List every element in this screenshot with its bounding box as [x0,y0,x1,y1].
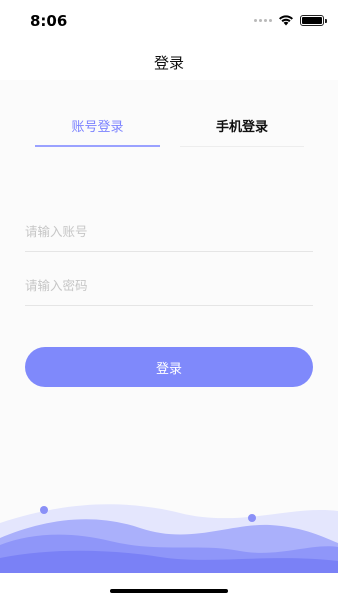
account-field [25,212,313,252]
password-field [25,266,313,306]
status-icons [254,14,327,26]
login-panel: 账号登录 手机登录 登录 [0,80,338,573]
home-indicator-area [0,573,338,600]
battery-icon [300,14,327,26]
signal-icon [254,18,272,22]
home-indicator[interactable] [110,589,228,593]
decor-dot-right [248,514,256,522]
login-tabs: 账号登录 手机登录 [0,105,338,147]
page-title: 登录 [153,53,184,72]
tab-account-login[interactable]: 账号登录 [35,105,160,147]
nav-bar: 登录 [0,44,338,80]
account-input[interactable] [25,224,313,239]
password-input[interactable] [25,278,313,293]
wifi-icon [279,15,293,26]
tab-phone-login[interactable]: 手机登录 [180,105,304,147]
login-button[interactable]: 登录 [25,347,313,387]
decor-dot-left [40,506,48,514]
wave-decoration [0,504,338,573]
login-screen: 8:06 登录 账号登录 手机登录 请输入账号 登录 [0,0,338,600]
status-bar: 8:06 [0,0,338,44]
status-time: 8:06 [30,12,68,30]
